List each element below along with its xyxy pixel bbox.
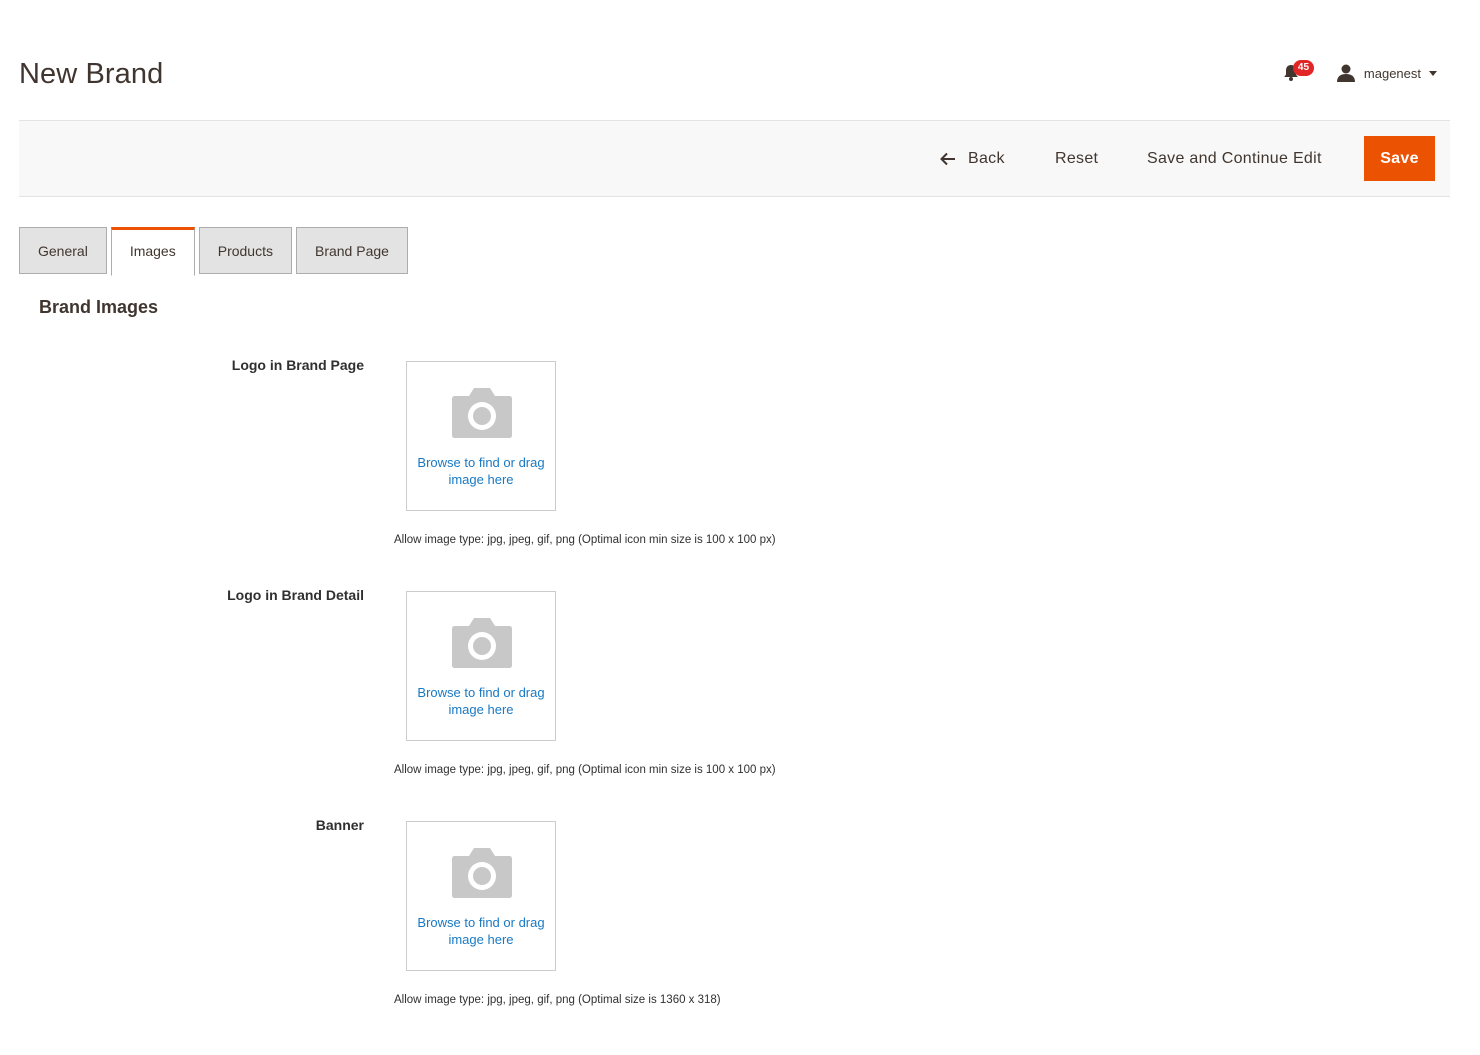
field-label-logo-brand-page: Logo in Brand Page bbox=[231, 357, 364, 373]
tab-brand-page[interactable]: Brand Page bbox=[295, 227, 408, 274]
save-and-continue-button[interactable]: Save and Continue Edit bbox=[1147, 136, 1322, 181]
back-label: Back bbox=[968, 150, 1005, 167]
caret-down-icon bbox=[1429, 70, 1437, 76]
user-menu[interactable]: magenest bbox=[1336, 64, 1437, 82]
tab-products[interactable]: Products bbox=[198, 227, 292, 274]
image-upload-logo-brand-detail[interactable]: Browse to find or drag image here bbox=[406, 591, 556, 741]
tab-general[interactable]: General bbox=[19, 227, 107, 274]
notifications-button[interactable]: 45 bbox=[1282, 60, 1315, 86]
tab-bar: General Images Products Brand Page bbox=[19, 227, 412, 276]
camera-icon bbox=[452, 848, 512, 898]
camera-icon bbox=[452, 388, 512, 438]
page-actions-toolbar: Back Reset Save and Continue Edit Save bbox=[19, 120, 1450, 197]
back-button[interactable]: Back bbox=[940, 136, 1005, 181]
upload-prompt[interactable]: Browse to find or drag image here bbox=[417, 684, 545, 718]
upload-prompt[interactable]: Browse to find or drag image here bbox=[417, 914, 545, 948]
save-button[interactable]: Save bbox=[1364, 136, 1435, 181]
header-actions: 45 magenest bbox=[1282, 60, 1437, 86]
field-label-logo-brand-detail: Logo in Brand Detail bbox=[227, 587, 364, 603]
field-note: Allow image type: jpg, jpeg, gif, png (O… bbox=[394, 764, 776, 776]
notification-count-badge: 45 bbox=[1292, 60, 1315, 76]
field-note: Allow image type: jpg, jpeg, gif, png (O… bbox=[394, 534, 776, 546]
tab-images[interactable]: Images bbox=[110, 227, 195, 276]
image-upload-banner[interactable]: Browse to find or drag image here bbox=[406, 821, 556, 971]
section-title: Brand Images bbox=[39, 297, 159, 317]
image-upload-logo-brand-page[interactable]: Browse to find or drag image here bbox=[406, 361, 556, 511]
upload-prompt[interactable]: Browse to find or drag image here bbox=[417, 454, 545, 488]
user-icon bbox=[1336, 64, 1355, 82]
page-title: New Brand bbox=[19, 58, 164, 90]
camera-icon bbox=[452, 618, 512, 668]
reset-button[interactable]: Reset bbox=[1055, 136, 1098, 181]
arrow-left-icon bbox=[940, 152, 955, 165]
user-name: magenest bbox=[1363, 65, 1421, 81]
field-label-banner: Banner bbox=[315, 817, 364, 833]
field-note: Allow image type: jpg, jpeg, gif, png (O… bbox=[394, 994, 721, 1006]
